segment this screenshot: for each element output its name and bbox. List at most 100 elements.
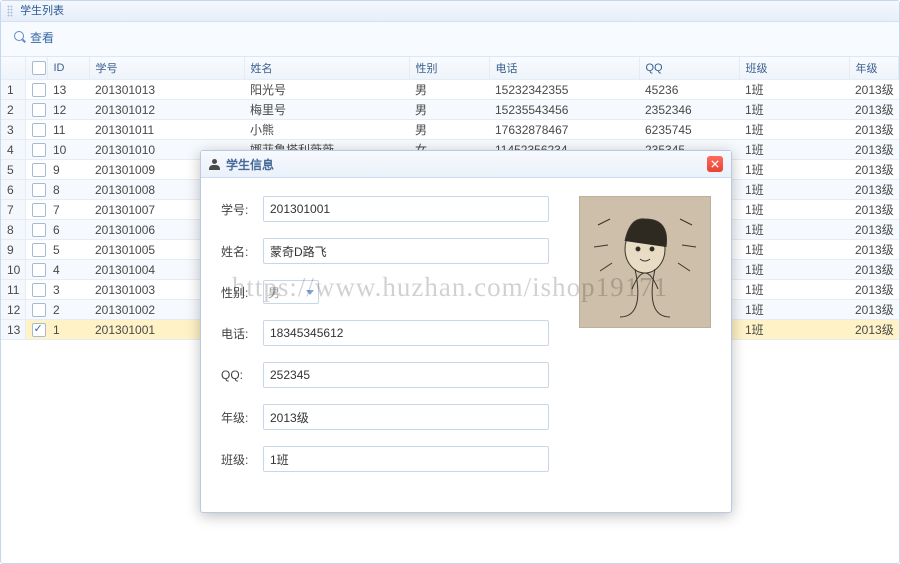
col-id[interactable]: ID: [47, 57, 89, 80]
row-checkbox[interactable]: [32, 183, 46, 197]
cell-name: 阳光号: [244, 80, 409, 100]
cell-class: 1班: [739, 300, 849, 320]
rownum: 2: [1, 100, 25, 120]
cell-grade: 2013级: [849, 260, 899, 280]
cell-id: 7: [47, 200, 89, 220]
col-grade[interactable]: 年级: [849, 57, 899, 80]
cell-grade: 2013级: [849, 100, 899, 120]
rownum: 3: [1, 120, 25, 140]
cell-id: 10: [47, 140, 89, 160]
input-phone[interactable]: [263, 320, 549, 346]
row-checkbox[interactable]: [32, 163, 46, 177]
col-phone[interactable]: 电话: [489, 57, 639, 80]
cell-id: 1: [47, 320, 89, 340]
col-check[interactable]: [25, 57, 47, 80]
select-gender-value: 男: [268, 284, 280, 301]
cell-grade: 2013级: [849, 320, 899, 340]
cell-id: 4: [47, 260, 89, 280]
cell-id: 5: [47, 240, 89, 260]
label-name: 姓名:: [221, 243, 263, 260]
cell-class: 1班: [739, 200, 849, 220]
row-checkbox[interactable]: [32, 203, 46, 217]
cell-class: 1班: [739, 80, 849, 100]
rownum: 12: [1, 300, 25, 320]
table-row[interactable]: 212201301012梅里号男1523554345623523461班2013…: [1, 100, 899, 120]
row-checkbox[interactable]: [32, 123, 46, 137]
input-sno[interactable]: [263, 196, 549, 222]
cell-name: 小熊: [244, 120, 409, 140]
cell-id: 2: [47, 300, 89, 320]
rownum: 1: [1, 80, 25, 100]
row-checkbox[interactable]: [32, 103, 46, 117]
rownum: 6: [1, 180, 25, 200]
chevron-down-icon: [306, 290, 314, 295]
table-row[interactable]: 311201301011小熊男1763287846762357451班2013级: [1, 120, 899, 140]
cell-grade: 2013级: [849, 80, 899, 100]
cell-class: 1班: [739, 100, 849, 120]
cell-id: 9: [47, 160, 89, 180]
cell-grade: 2013级: [849, 120, 899, 140]
cell-qq: 45236: [639, 80, 739, 100]
cell-sno: 201301012: [89, 100, 244, 120]
cell-class: 1班: [739, 260, 849, 280]
cell-id: 12: [47, 100, 89, 120]
row-checkbox[interactable]: [32, 263, 46, 277]
cell-phone: 15235543456: [489, 100, 639, 120]
col-name[interactable]: 姓名: [244, 57, 409, 80]
dialog-header[interactable]: 学生信息: [201, 151, 731, 178]
grip-icon: [7, 5, 13, 17]
search-icon: [14, 31, 26, 43]
search-button-label: 查看: [30, 29, 54, 46]
cell-phone: 17632878467: [489, 120, 639, 140]
cell-class: 1班: [739, 120, 849, 140]
cell-class: 1班: [739, 240, 849, 260]
select-gender[interactable]: 男: [263, 280, 319, 304]
cell-grade: 2013级: [849, 140, 899, 160]
rownum: 9: [1, 240, 25, 260]
rownum: 8: [1, 220, 25, 240]
cell-qq: 6235745: [639, 120, 739, 140]
cell-gender: 男: [409, 80, 489, 100]
col-class[interactable]: 班级: [739, 57, 849, 80]
label-sno: 学号:: [221, 201, 263, 218]
label-grade: 年级:: [221, 409, 263, 426]
person-icon: [209, 159, 220, 170]
student-photo: [579, 196, 711, 328]
col-gender[interactable]: 性别: [409, 57, 489, 80]
row-checkbox[interactable]: [32, 303, 46, 317]
cell-grade: 2013级: [849, 300, 899, 320]
cell-grade: 2013级: [849, 220, 899, 240]
row-checkbox[interactable]: [32, 223, 46, 237]
cell-qq: 2352346: [639, 100, 739, 120]
student-form: 学号: 姓名: 性别: 男 电话: QQ:: [221, 196, 549, 488]
col-qq[interactable]: QQ: [639, 57, 739, 80]
rownum: 7: [1, 200, 25, 220]
cell-class: 1班: [739, 180, 849, 200]
cell-gender: 男: [409, 100, 489, 120]
rownum: 13: [1, 320, 25, 340]
header-checkbox[interactable]: [32, 61, 46, 75]
cell-gender: 男: [409, 120, 489, 140]
cell-id: 6: [47, 220, 89, 240]
col-sno[interactable]: 学号: [89, 57, 244, 80]
rownum: 11: [1, 280, 25, 300]
table-row[interactable]: 113201301013阳光号男15232342355452361班2013级: [1, 80, 899, 100]
input-name[interactable]: [263, 238, 549, 264]
rownum: 4: [1, 140, 25, 160]
cell-id: 3: [47, 280, 89, 300]
cell-class: 1班: [739, 320, 849, 340]
input-class[interactable]: [263, 446, 549, 472]
close-button[interactable]: [707, 156, 723, 172]
row-checkbox[interactable]: [32, 243, 46, 257]
search-button[interactable]: 查看: [7, 25, 61, 49]
row-checkbox[interactable]: [32, 143, 46, 157]
input-grade[interactable]: [263, 404, 549, 430]
rownum: 5: [1, 160, 25, 180]
row-checkbox[interactable]: [32, 323, 46, 337]
panel-title-bar: 学生列表: [1, 1, 899, 22]
row-checkbox[interactable]: [32, 83, 46, 97]
input-qq[interactable]: [263, 362, 549, 388]
row-checkbox[interactable]: [32, 283, 46, 297]
label-phone: 电话:: [221, 325, 263, 342]
cell-id: 11: [47, 120, 89, 140]
